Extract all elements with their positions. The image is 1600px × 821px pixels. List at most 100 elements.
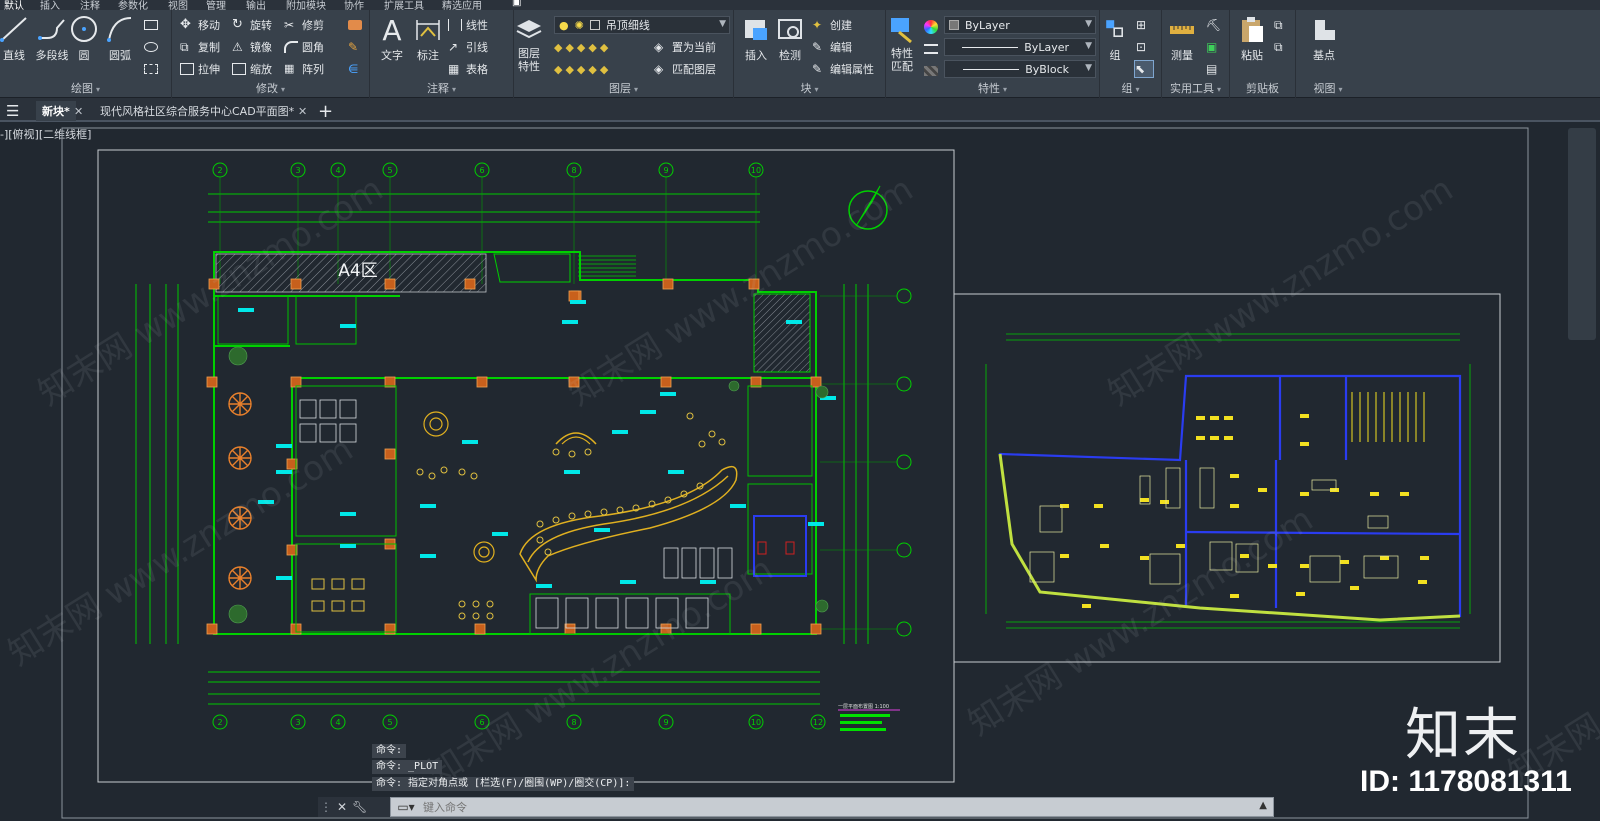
text-tool[interactable]: A 文字 [374, 14, 410, 63]
lineweight-list-button[interactable] [924, 40, 942, 58]
base-point-button[interactable]: 基点 [1306, 14, 1342, 63]
new-tab-plus-icon[interactable]: + [318, 101, 333, 122]
erase-button[interactable] [348, 16, 366, 34]
cut-clip-button[interactable]: ⧉ [1274, 38, 1292, 56]
inspect-button[interactable]: 检测 [772, 14, 808, 63]
stretch-button[interactable]: 拉伸 [180, 60, 220, 78]
mirror-button[interactable]: ⚠ 镜像 [232, 38, 272, 56]
group-button[interactable]: 组 [1102, 14, 1128, 63]
layer-tool-row-2[interactable]: ◆◆◆◆◆ [554, 60, 611, 78]
calculator-button[interactable]: ▤ [1206, 60, 1224, 78]
table-button[interactable]: ▦ 表格 [448, 60, 488, 78]
axis-label: 10 [751, 718, 761, 727]
move-button[interactable]: ✥ 移动 [180, 16, 220, 34]
fillet-button[interactable]: 圆角 [284, 38, 324, 56]
select-all-button[interactable]: ▣ [1206, 38, 1224, 56]
color-dropdown[interactable]: ByLayer ▼ [944, 16, 1096, 34]
linear-dim-button[interactable]: 线性 [448, 16, 488, 34]
command-expand-icon[interactable]: ▲ [1259, 800, 1267, 811]
leader-button[interactable]: ↗ 引线 [448, 38, 488, 56]
linetype-dropdown[interactable]: ByLayer ▼ [944, 38, 1096, 56]
chevron-down-icon[interactable]: ▾ [1003, 85, 1007, 94]
array-label: 阵列 [302, 63, 324, 76]
chevron-down-icon[interactable]: ▾ [634, 85, 638, 94]
command-prompt-icon[interactable]: ▭▾ [395, 798, 417, 816]
insert-button[interactable]: 插入 [738, 14, 774, 63]
chevron-down-icon[interactable]: ▾ [96, 85, 100, 94]
tab-dropdown-icon[interactable]: ▣ [512, 0, 521, 8]
pencil-icon: ✎ [348, 40, 359, 54]
rectangle-tool[interactable] [144, 16, 162, 34]
create-label: 创建 [830, 19, 852, 32]
layer-tool-row-1[interactable]: ◆◆◆◆◆ [554, 38, 611, 56]
tab-collaborate[interactable]: 协作 [344, 0, 364, 10]
tab-output[interactable]: 输出 [246, 0, 266, 10]
wrench-icon[interactable]: 🔧︎ [352, 800, 367, 814]
tab-express-tools[interactable]: 扩展工具 [384, 0, 424, 10]
hatch-tool[interactable] [144, 38, 162, 56]
tab-default[interactable]: 默认 [4, 0, 24, 10]
tab-addins[interactable]: 附加模块 [286, 0, 326, 10]
group-selection-button[interactable]: ⬉ [1134, 60, 1154, 78]
edit-block-button[interactable]: ✎ 编辑 [812, 38, 852, 56]
command-input[interactable] [423, 799, 1183, 815]
tab-view[interactable]: 视图 [168, 0, 188, 10]
drag-handle-icon[interactable]: ⋮ [320, 800, 332, 814]
arc-tool[interactable]: 圆弧 [102, 14, 138, 63]
edit-attributes-button[interactable]: ✎ 编辑属性 [812, 60, 874, 78]
chair [486, 612, 494, 620]
chevron-down-icon[interactable]: ▾ [1217, 85, 1221, 94]
quick-select-button[interactable]: ⛏ [1206, 16, 1224, 34]
tab-parametric[interactable]: 参数化 [118, 0, 148, 10]
explode-button[interactable]: ✎ [348, 38, 366, 56]
drawing-canvas[interactable]: -][俯视][二维线框] 2 3 4 5 6 8 9 10 2 3 4 5 6 … [0, 124, 1600, 821]
file-tab-drawing[interactable]: 现代风格社区综合服务中心CAD平面图* [100, 101, 294, 121]
chevron-down-icon[interactable]: ▾ [452, 85, 456, 94]
color-wheel-button[interactable] [924, 18, 942, 36]
close-tab-icon[interactable]: ✕ [298, 101, 307, 121]
ungroup-button[interactable]: ⊞ [1136, 16, 1154, 34]
array-button[interactable]: ▦ 阵列 [284, 60, 324, 78]
gradient-tool[interactable] [144, 60, 162, 78]
booth [299, 399, 317, 419]
transparency-button[interactable] [924, 62, 942, 80]
match-properties-button[interactable]: 特性 匹配 [886, 14, 918, 73]
trim-button[interactable]: ✂ 修剪 [284, 16, 324, 34]
panel-clipboard: 粘贴 ⧉ ⧉ 剪贴板 [1230, 10, 1296, 98]
offset-button[interactable]: ⋹ [348, 60, 366, 78]
match-layer-button[interactable]: ◈ 匹配图层 [654, 60, 716, 78]
create-block-icon: ✦ [812, 18, 823, 32]
dimension-tool[interactable]: 标注 [410, 14, 446, 63]
copy-button[interactable]: ⧉ 复制 [180, 38, 220, 56]
hamburger-menu-icon[interactable]: ☰ [6, 101, 19, 121]
rotate-button[interactable]: ↻ 旋转 [232, 16, 272, 34]
file-tab-new-block[interactable]: 新块* [36, 101, 76, 121]
structural-columns [206, 278, 822, 635]
tab-insert[interactable]: 插入 [40, 0, 60, 10]
create-block-button[interactable]: ✦ 创建 [812, 16, 852, 34]
furniture-piece [1060, 554, 1069, 558]
copy-clip-button[interactable]: ⧉ [1274, 16, 1292, 34]
close-icon[interactable]: ✕ [337, 800, 347, 814]
paste-button[interactable]: 粘贴 [1234, 14, 1270, 63]
close-tab-icon[interactable]: ✕ [74, 101, 83, 121]
group-edit-button[interactable]: ⊡ [1136, 38, 1154, 56]
tab-annotate[interactable]: 注释 [80, 0, 100, 10]
tab-manage[interactable]: 管理 [206, 0, 226, 10]
chevron-down-icon[interactable]: ▾ [1135, 85, 1139, 94]
navigation-bar[interactable] [1568, 128, 1596, 340]
tab-featured-apps[interactable]: 精选应用 [442, 0, 482, 10]
room-tag [276, 470, 292, 474]
chevron-down-icon[interactable]: ▾ [814, 85, 818, 94]
layer-properties-button[interactable]: 图层 特性 [512, 14, 546, 73]
circle-tool[interactable]: 圆 [66, 14, 102, 63]
make-current-button[interactable]: ◈ 置为当前 [654, 38, 716, 56]
line-tool[interactable]: 直线 [0, 14, 32, 63]
measure-button[interactable]: 测量 [1164, 14, 1200, 63]
lineweight-dropdown[interactable]: ByBlock ▼ [944, 60, 1096, 78]
chevron-down-icon[interactable]: ▾ [281, 85, 285, 94]
layer-dropdown[interactable]: ● ✺ 吊顶细线 ▼ [554, 16, 730, 34]
dimension-icon [416, 20, 440, 40]
chevron-down-icon[interactable]: ▾ [1338, 85, 1342, 94]
scale-button[interactable]: 缩放 [232, 60, 272, 78]
